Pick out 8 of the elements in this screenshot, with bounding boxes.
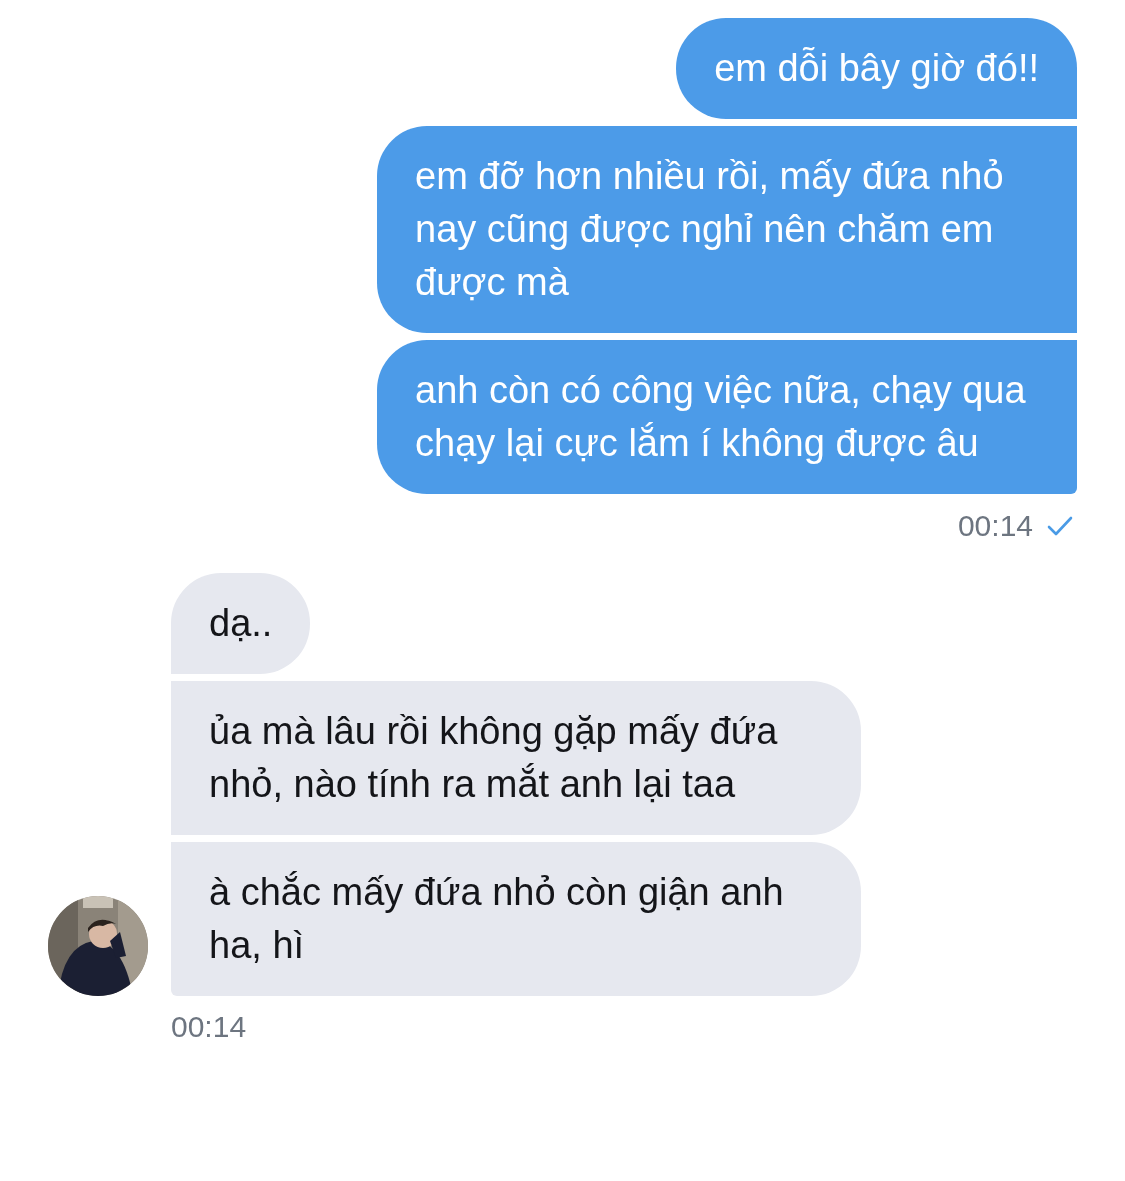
- message-bubble: à chắc mấy đứa nhỏ còn giận anh ha, hì: [171, 842, 861, 996]
- timestamp: 00:14: [957, 509, 1033, 543]
- message-bubble: ủa mà lâu rồi không gặp mấy đứa nhỏ, nào tính ra mắt anh lại taa: [171, 681, 861, 835]
- message-bubble: dạ..: [171, 573, 311, 674]
- timestamp: 00:14: [171, 1010, 247, 1044]
- message-bubble: anh còn có công việc nữa, chạy qua chạy lại cực lắm í không được âu: [377, 340, 1077, 494]
- message-bubble: em dỗi bây giờ đó!!: [676, 18, 1077, 119]
- message-bubble: em đỡ hơn nhiều rồi, mấy đứa nhỏ nay cũng được nghỉ nên chăm em được mà: [377, 126, 1077, 333]
